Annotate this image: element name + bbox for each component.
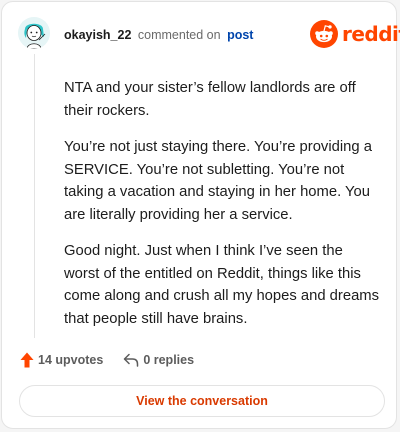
- upvote-count: 14 upvotes: [38, 353, 104, 367]
- commented-on-text: commented on: [137, 28, 221, 42]
- comment-paragraph: NTA and your sister’s fellow landlords a…: [64, 80, 356, 119]
- avatar[interactable]: [18, 17, 50, 49]
- post-link[interactable]: post: [227, 28, 253, 42]
- comment-paragraph: Good night. Just when I think I’ve seen …: [64, 243, 380, 327]
- comment-body: NTA and your sister’s fellow landlords a…: [64, 77, 382, 344]
- comment-header: okayish_22 commented on post: [64, 27, 253, 43]
- reply-button[interactable]: 0 replies: [123, 353, 194, 367]
- reply-count: 0 replies: [143, 353, 195, 367]
- reply-arrow-icon: [124, 353, 139, 367]
- upvote-arrow-icon: [20, 352, 34, 368]
- comment-actions: 14 upvotes 0 replies: [20, 350, 194, 370]
- comment-card: okayish_22 commented on post reddit NTA …: [1, 1, 400, 429]
- reddit-wordmark: reddit: [342, 22, 400, 46]
- reddit-logo[interactable]: reddit: [310, 20, 400, 48]
- comment-paragraph: You’re not just staying there. You’re pr…: [64, 139, 372, 223]
- reddit-logo-icon: [310, 20, 338, 48]
- avatar-icon: [18, 17, 50, 49]
- upvote-button[interactable]: 14 upvotes: [20, 352, 103, 368]
- username[interactable]: okayish_22: [64, 28, 131, 42]
- view-conversation-button[interactable]: View the conversation: [19, 385, 385, 417]
- thread-line: [34, 54, 35, 338]
